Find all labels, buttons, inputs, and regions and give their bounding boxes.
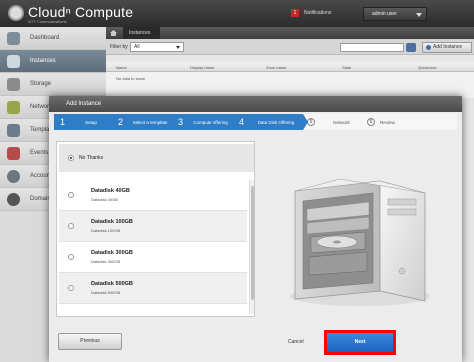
table-body (106, 72, 474, 98)
disk-offering-list: Datadisk 40GB Datadisk 40GB Datadisk 100… (59, 180, 247, 314)
filter-value: All (134, 44, 140, 50)
filter-label: Filter by (110, 44, 128, 50)
list-item[interactable]: Datadisk 100GB Datadisk 100GB (59, 211, 247, 242)
column-header[interactable]: Quickview (418, 65, 436, 70)
user-name: admin user (372, 11, 397, 17)
step-number: 2 (118, 116, 124, 127)
filter-select[interactable]: All (130, 42, 184, 52)
no-thanks-option[interactable]: No Thanks (59, 144, 254, 172)
step-number: 6 (367, 118, 375, 126)
scrollbar[interactable] (249, 180, 254, 314)
notifications-button[interactable]: 1 Notifications (291, 9, 331, 17)
sidebar-item-label: Events (30, 150, 49, 156)
filter-bar: Filter by All (106, 39, 474, 55)
column-header[interactable]: State (342, 65, 351, 70)
offering-name: Datadisk 300GB (91, 250, 133, 256)
offering-description: Datadisk 100GB (91, 228, 121, 233)
sidebar-item-label: Instances (30, 58, 56, 64)
chevron-down-icon (176, 46, 180, 49)
no-thanks-label: No Thanks (79, 155, 104, 161)
cancel-button[interactable]: Cancel (288, 339, 304, 345)
offering-name: Datadisk 40GB (91, 188, 130, 194)
radio-button[interactable] (68, 254, 74, 260)
step-number: 5 (307, 118, 315, 126)
step-setup[interactable]: 1 Setup (54, 114, 117, 130)
previous-button[interactable]: Previous (58, 333, 122, 350)
radio-button[interactable] (68, 223, 74, 229)
no-data-text: No data to show (116, 76, 145, 81)
step-select-template[interactable]: 2 Select a template (112, 114, 177, 130)
table-header: Name Display name Zone name State Quickv… (106, 62, 474, 72)
chevron-down-icon (416, 13, 422, 17)
sidebar-item-label: Dashboard (30, 35, 60, 41)
breadcrumb-item[interactable]: Instances (123, 27, 161, 39)
step-review[interactable]: 6 Review (363, 114, 457, 130)
plus-icon (426, 45, 431, 50)
list-item[interactable]: Datadisk 500GB Datadisk 500GB (59, 273, 247, 304)
calendar-icon (7, 146, 20, 160)
notifications-label: Notifications (304, 10, 332, 16)
dialog-title: Add Instance (49, 96, 462, 112)
column-header[interactable]: Zone name (266, 65, 286, 70)
step-label: Data Disk Offering (257, 119, 295, 125)
wizard-steps: 1 Setup 2 Select a template 3 Compute of… (54, 114, 457, 130)
column-header[interactable]: Name (116, 65, 127, 70)
user-menu-button[interactable]: admin user (363, 7, 427, 21)
disk-offering-panel: No Thanks Datadisk 40GB Datadisk 40GB Da… (56, 141, 255, 317)
offering-description: Datadisk 500GB (91, 290, 121, 295)
radio-button[interactable] (68, 285, 74, 291)
network-icon (7, 100, 20, 114)
search-input[interactable] (340, 43, 404, 52)
offering-description: Datadisk 40GB (91, 197, 118, 202)
offering-name: Datadisk 500GB (91, 281, 133, 287)
step-number: 1 (60, 116, 66, 127)
breadcrumb: Instances (106, 27, 474, 39)
user-icon (7, 169, 20, 183)
step-compute-offering[interactable]: 3 Compute offering (172, 114, 238, 130)
top-header: Cloudⁿ Compute NTT Communications 1 Noti… (0, 0, 474, 27)
column-header[interactable]: Display name (190, 65, 214, 70)
sidebar-item-dashboard[interactable]: Dashboard (0, 27, 106, 50)
step-label: Network (333, 119, 350, 125)
computer-tower-illustration (290, 178, 430, 306)
home-icon[interactable] (110, 30, 117, 36)
step-label: Select a template (132, 119, 168, 125)
radio-button[interactable] (68, 192, 74, 198)
app-logo-subtext: NTT Communications (28, 19, 67, 24)
offering-description: Datadisk 300GB (91, 259, 121, 264)
step-label: Setup (85, 119, 97, 125)
sidebar-item-label: Storage (30, 81, 52, 87)
sidebar-item-storage[interactable]: Storage (0, 73, 106, 96)
list-item[interactable]: Datadisk 40GB Datadisk 40GB (59, 180, 247, 211)
scrollbar-thumb[interactable] (251, 186, 254, 300)
sidebar-item-instances[interactable]: Instances (0, 50, 106, 73)
notification-count-badge: 1 (291, 9, 299, 17)
storage-icon (7, 77, 20, 91)
step-data-disk-offering[interactable]: 4 Data Disk Offering (233, 114, 308, 130)
step-network[interactable]: 5 Network (303, 114, 363, 130)
add-instance-label: Add Instance (433, 44, 463, 50)
next-button[interactable]: Next (327, 333, 393, 352)
template-icon (7, 123, 20, 137)
logo-icon (8, 5, 24, 21)
dashboard-icon (7, 31, 20, 45)
app-logo-text: Cloudⁿ Compute (28, 4, 134, 20)
step-label: Review (380, 119, 395, 125)
offering-name: Datadisk 100GB (91, 219, 133, 225)
radio-button[interactable] (68, 155, 74, 161)
list-item[interactable]: Datadisk 300GB Datadisk 300GB (59, 242, 247, 273)
search-icon[interactable] (406, 43, 416, 52)
step-number: 3 (178, 116, 184, 127)
step-label: Compute offering (193, 119, 228, 125)
domain-icon (7, 192, 20, 206)
add-instance-button[interactable]: Add Instance (422, 42, 472, 53)
cloud-icon (7, 54, 20, 68)
add-instance-dialog: Add Instance 1 Setup 2 Select a template… (49, 96, 462, 362)
step-number: 4 (239, 116, 245, 127)
